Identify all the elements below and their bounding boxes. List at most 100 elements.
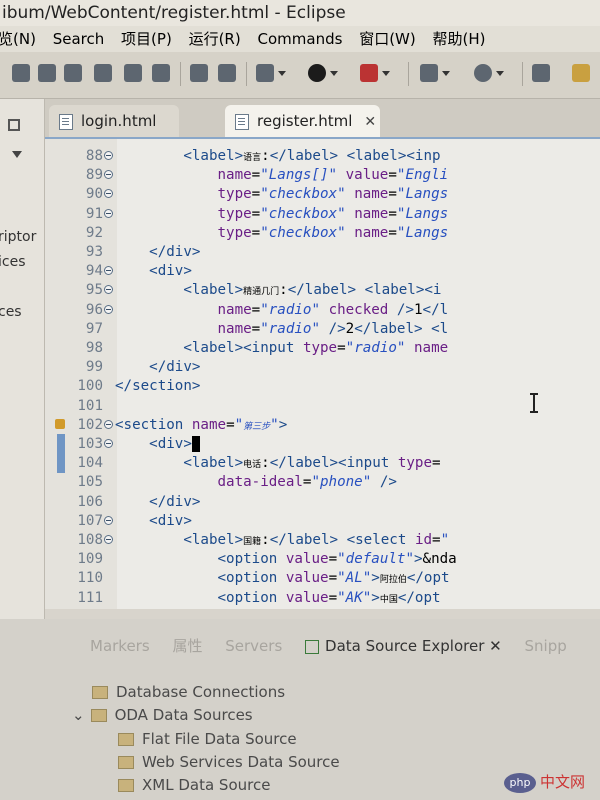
code-line[interactable]: 110 <option value="AL">阿拉伯</opt [45,568,600,588]
code-line[interactable]: 100 </section> [45,376,600,396]
format-icon[interactable] [190,64,208,82]
php-logo: php [504,772,536,793]
code-line[interactable]: 106 </div> [45,492,600,512]
server-icon[interactable] [420,64,450,82]
code-line[interactable]: 105 data-ideal="phone" /> [45,472,600,492]
panel-label: riptor [0,229,37,245]
wand-icon[interactable] [94,64,112,82]
data-source-icon [118,733,134,746]
link-icon[interactable] [218,64,236,82]
fold-minus-icon[interactable] [104,189,113,199]
tab-markers[interactable]: Markers [90,633,150,659]
code-text: </div> [149,359,201,376]
folder-icon [90,709,107,722]
folder-icon[interactable] [572,64,590,82]
close-icon[interactable]: ✕ [489,637,502,655]
code-line[interactable]: 97 name="radio" />2</label> <l [45,319,600,339]
code-text: type="checkbox" name="Langs [217,224,449,241]
debug-icon[interactable] [256,64,286,82]
code-editor[interactable]: 88 <label>语言:</label> <label><inp 89 name… [45,139,600,609]
line-number: 94 [85,263,103,280]
stop-icon[interactable] [360,64,390,82]
data-source-icon [305,639,320,654]
code-line[interactable]: 91 type="checkbox" name="Langs [45,204,600,224]
line-number: 99 [85,359,103,376]
code-line[interactable]: 94 <div> [45,261,600,281]
open-icon[interactable] [532,64,550,82]
gear-icon[interactable] [124,64,142,82]
run-icon[interactable] [308,64,338,82]
fold-minus-icon[interactable] [104,419,113,429]
tree-node[interactable]: Flat File Data Source [118,730,297,748]
bottom-tabs: Markers 属性 Servers Data Source Explorer … [90,633,600,659]
tree-node[interactable]: Database Connections [92,683,285,701]
code-line[interactable]: 90 type="checkbox" name="Langs [45,184,600,204]
code-line[interactable]: 93 </div> [45,242,600,262]
code-line[interactable]: 99 </div> [45,357,600,377]
fold-minus-icon[interactable] [104,208,113,218]
new-icon[interactable] [12,64,30,82]
fold-minus-icon[interactable] [104,304,113,314]
code-line[interactable]: 102 <section name="第三步"> [45,415,600,435]
line-number: 111 [77,589,103,606]
menu-bar: 览(N) Search 项目(P) 运行(R) Commands 窗口(W) 帮… [0,26,600,52]
window-icon[interactable] [8,119,20,131]
code-line[interactable]: 111 <option value="AK">中国</opt [45,588,600,608]
menu-run[interactable]: 运行(R) [189,26,241,52]
menu-window[interactable]: 窗口(W) [359,26,416,52]
tab-login[interactable]: login.html [49,105,179,137]
line-number: 101 [77,397,103,414]
code-line[interactable]: 101 [45,396,600,416]
menu-project[interactable]: 项目(P) [121,26,172,52]
menu-help[interactable]: 帮助(H) [433,26,486,52]
code-line[interactable]: 96 name="radio" checked />1</l [45,300,600,320]
tab-servers[interactable]: Servers [225,633,282,659]
line-number: 92 [85,224,103,241]
gear-icon[interactable] [152,64,170,82]
chevron-down-icon[interactable] [12,151,22,158]
chevron-down-icon[interactable]: ⌄ [72,706,85,724]
code-line[interactable]: 109 <option value="default">&nda [45,549,600,569]
tree-node[interactable]: ⌄ ODA Data Sources [72,706,253,724]
save-icon[interactable] [38,64,56,82]
tab-register[interactable]: register.html ✕ [225,105,380,137]
bottom-panel: Markers 属性 Servers Data Source Explorer … [0,619,600,800]
tree-node[interactable]: XML Data Source [118,776,270,794]
tab-data-source-explorer[interactable]: Data Source Explorer ✕ [305,633,502,659]
fold-minus-icon[interactable] [104,439,113,448]
close-icon[interactable]: ✕ [364,106,376,138]
fold-minus-icon[interactable] [104,266,113,276]
code-line[interactable]: 104 <label>电话:</label><input type= [45,453,600,474]
code-line[interactable]: 89 name="Langs[]" value="Engli [45,165,600,185]
code-line[interactable]: 107 <div> [45,511,600,531]
line-number: 93 [85,244,103,260]
menu-navigate[interactable]: 览(N) [0,26,36,52]
tree-node[interactable]: Web Services Data Source [118,753,340,771]
code-text: </section> [115,378,201,395]
code-line[interactable]: 108 <label>国籍:</label> <select id=" [45,530,600,550]
deploy-icon[interactable] [474,64,504,82]
fold-minus-icon[interactable] [104,285,113,295]
tool-icon[interactable] [64,64,82,82]
panel-label: ices [0,254,26,270]
code-line[interactable]: 92 type="checkbox" name="Langs [45,223,600,243]
folder-icon [92,686,108,699]
fold-minus-icon[interactable] [104,515,113,525]
code-text: type="checkbox" name="Langs [217,205,449,222]
menu-search[interactable]: Search [53,26,105,52]
line-number: 90 [85,186,103,203]
menu-commands[interactable]: Commands [258,26,343,52]
code-line[interactable]: 98 <label><input type="radio" name [45,338,600,358]
line-number: 108 [77,532,103,548]
code-text: <div> [115,434,200,454]
code-line[interactable]: 95 <label>精通几门:</label> <label><i [45,280,600,300]
line-number: 88 [85,148,103,164]
code-line[interactable]: 88 <label>语言:</label> <label><inp [45,146,600,166]
line-number: 95 [85,282,103,299]
tab-snippets[interactable]: Snipp [525,633,567,659]
fold-minus-icon[interactable] [104,535,113,544]
fold-minus-icon[interactable] [104,170,113,180]
tab-properties[interactable]: 属性 [172,633,202,659]
fold-minus-icon[interactable] [104,151,113,160]
code-line[interactable]: 103 <div> [45,434,600,454]
